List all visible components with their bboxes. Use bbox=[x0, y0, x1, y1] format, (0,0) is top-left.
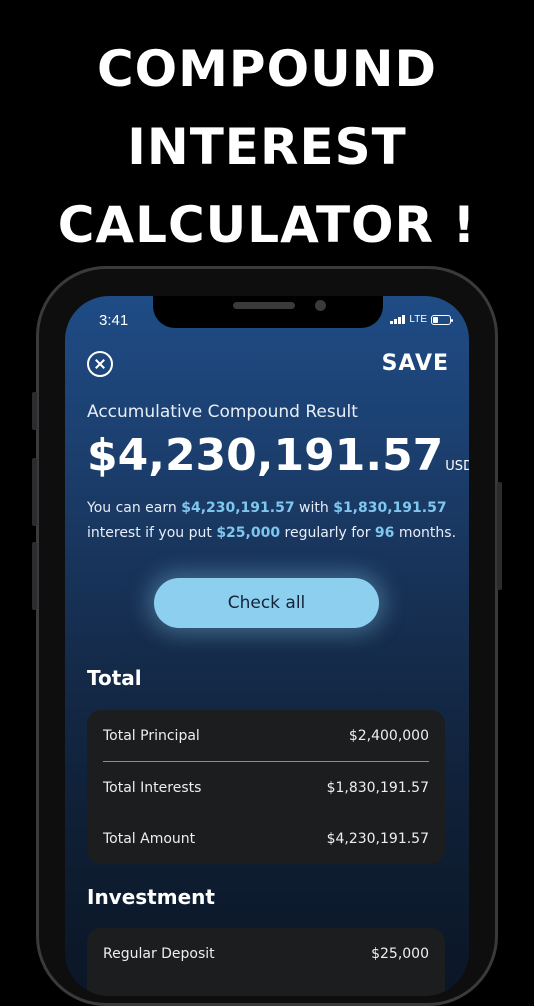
investment-row-value: $25,000 bbox=[371, 945, 429, 962]
save-button[interactable]: SAVE bbox=[382, 351, 449, 376]
summary-text-2: with bbox=[299, 500, 329, 516]
phone-volume-up-button bbox=[32, 458, 37, 526]
total-row-label: Total Interests bbox=[103, 779, 202, 796]
investment-section-title: Investment bbox=[87, 885, 215, 909]
investment-row: Regular Deposit $25,000 bbox=[87, 928, 445, 979]
result-value-block: $4,230,191.57 USD bbox=[87, 430, 469, 481]
total-row: Total Principal $2,400,000 bbox=[103, 710, 429, 762]
close-icon[interactable] bbox=[87, 351, 113, 377]
result-summary: You can earn $4,230,191.57 with $1,830,1… bbox=[87, 496, 457, 546]
total-row: Total Interests $1,830,191.57 bbox=[87, 762, 445, 813]
network-label: LTE bbox=[409, 314, 427, 325]
speaker bbox=[233, 302, 295, 309]
summary-text-3: interest if you put bbox=[87, 525, 212, 541]
notch bbox=[153, 296, 383, 328]
camera bbox=[315, 300, 326, 311]
headline-line-3: CALCULATOR ! bbox=[57, 196, 477, 254]
total-row-value: $1,830,191.57 bbox=[326, 779, 429, 796]
summary-months: 96 bbox=[374, 525, 395, 541]
result-label: Accumulative Compound Result bbox=[87, 402, 358, 422]
total-row-label: Total Amount bbox=[103, 830, 196, 847]
summary-deposit: $25,000 bbox=[216, 525, 281, 541]
total-card: Total Principal $2,400,000 Total Interes… bbox=[87, 710, 445, 864]
signal-icon bbox=[390, 315, 406, 324]
summary-text-4: regularly for bbox=[284, 525, 371, 541]
battery-icon bbox=[431, 314, 453, 325]
phone-power-button bbox=[497, 482, 502, 590]
total-row-value: $2,400,000 bbox=[348, 727, 429, 744]
phone-volume-down-button bbox=[32, 542, 37, 610]
result-unit: USD bbox=[445, 459, 469, 474]
summary-interest: $1,830,191.57 bbox=[333, 500, 447, 516]
summary-amount: $4,230,191.57 bbox=[181, 500, 295, 516]
promo-headline: COMPOUND INTEREST CALCULATOR ! bbox=[0, 30, 534, 264]
investment-card: Regular Deposit $25,000 bbox=[87, 928, 445, 996]
total-row-label: Total Principal bbox=[103, 727, 200, 744]
headline-line-1: COMPOUND bbox=[96, 40, 438, 98]
total-row-value: $4,230,191.57 bbox=[326, 830, 429, 847]
status-indicators: LTE bbox=[390, 314, 453, 325]
result-value: $4,230,191.57 bbox=[87, 430, 444, 481]
investment-row-label: Regular Deposit bbox=[103, 945, 215, 962]
summary-text-1: You can earn bbox=[87, 500, 177, 516]
phone-side-button bbox=[32, 392, 37, 430]
check-all-button[interactable]: Check all bbox=[154, 578, 379, 628]
status-time: 3:41 bbox=[99, 312, 129, 329]
phone-screen: 3:41 LTE SAVE Accumulative Compound Resu… bbox=[65, 296, 469, 996]
summary-text-5: months. bbox=[398, 525, 457, 541]
headline-line-2: INTEREST bbox=[127, 118, 407, 176]
total-section-title: Total bbox=[87, 666, 142, 690]
total-row: Total Amount $4,230,191.57 bbox=[87, 813, 445, 864]
